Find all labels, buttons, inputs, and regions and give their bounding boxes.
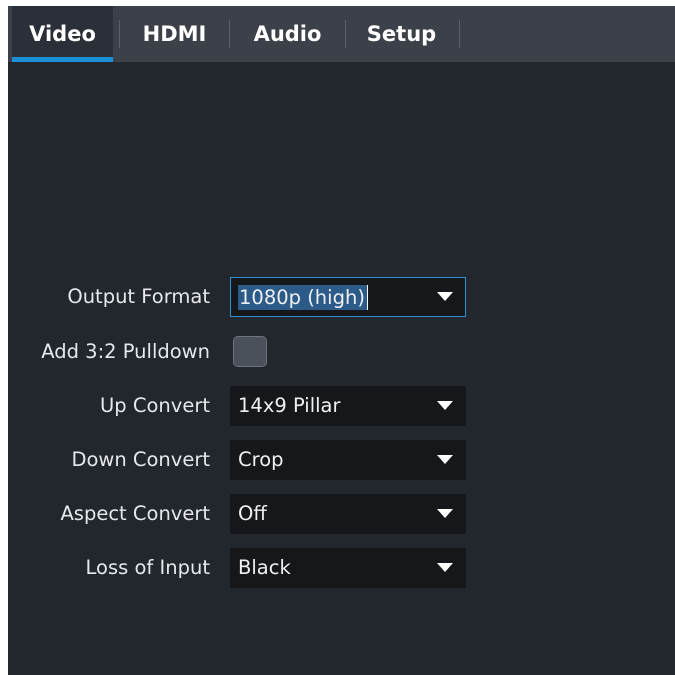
output-format-select[interactable]: 1080p (high)	[230, 277, 466, 317]
down-convert-select[interactable]: Crop	[230, 440, 466, 480]
tab-setup-label: Setup	[366, 22, 437, 46]
video-settings-panel: Video HDMI Audio Setup Output Format 108…	[8, 6, 675, 675]
tab-setup[interactable]: Setup	[350, 6, 453, 62]
chevron-down-icon	[437, 509, 453, 518]
tab-separator	[345, 20, 346, 48]
pulldown-checkbox[interactable]	[233, 336, 267, 367]
active-tab-indicator	[12, 57, 113, 62]
chevron-down-icon	[437, 292, 453, 301]
down-convert-label: Down Convert	[71, 448, 210, 471]
tab-video[interactable]: Video	[12, 6, 113, 62]
tab-separator	[229, 20, 230, 48]
tab-separator	[459, 20, 460, 48]
down-convert-value: Crop	[238, 448, 284, 471]
up-convert-select[interactable]: 14x9 Pillar	[230, 386, 466, 426]
tab-hdmi[interactable]: HDMI	[126, 6, 223, 62]
up-convert-value: 14x9 Pillar	[238, 394, 341, 417]
output-format-value: 1080p (high)	[238, 285, 368, 310]
tab-video-label: Video	[29, 22, 96, 46]
output-format-label: Output Format	[67, 285, 210, 308]
loss-of-input-value: Black	[238, 556, 291, 579]
pulldown-label: Add 3:2 Pulldown	[41, 340, 210, 363]
loss-of-input-select[interactable]: Black	[230, 548, 466, 588]
tab-hdmi-label: HDMI	[142, 22, 207, 46]
aspect-convert-value: Off	[238, 502, 267, 525]
tab-audio-label: Audio	[253, 22, 322, 46]
tab-bar: Video HDMI Audio Setup	[8, 6, 675, 62]
chevron-down-icon	[437, 455, 453, 464]
aspect-convert-label: Aspect Convert	[60, 502, 210, 525]
aspect-convert-select[interactable]: Off	[230, 494, 466, 534]
chevron-down-icon	[437, 563, 453, 572]
tab-audio[interactable]: Audio	[235, 6, 340, 62]
up-convert-label: Up Convert	[100, 394, 210, 417]
tab-separator	[119, 20, 120, 48]
chevron-down-icon	[437, 401, 453, 410]
loss-of-input-label: Loss of Input	[85, 556, 210, 579]
